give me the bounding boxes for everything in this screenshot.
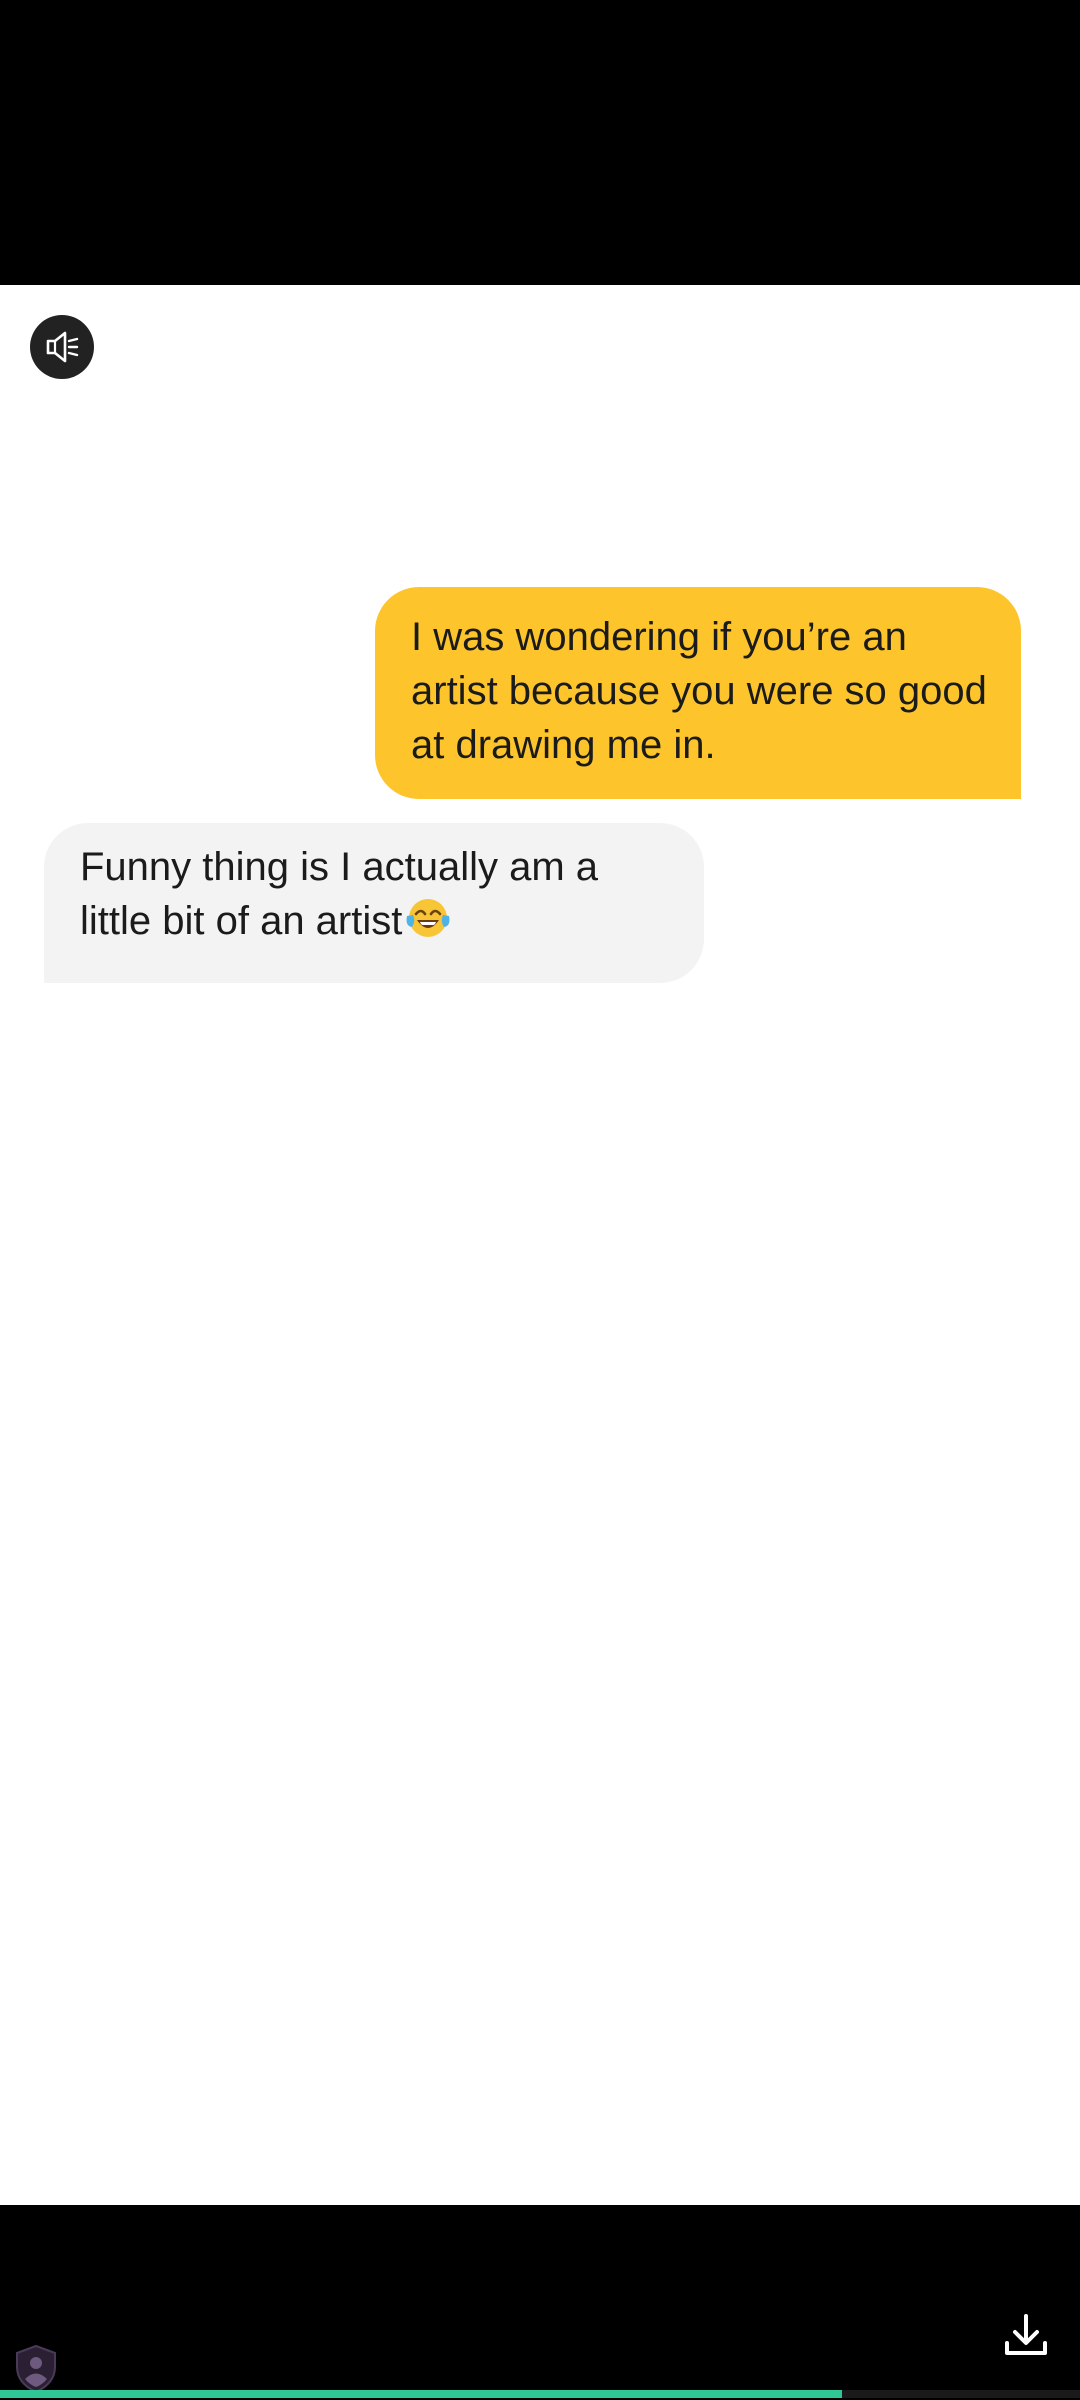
speaker-muted-icon bbox=[46, 331, 79, 363]
download-button[interactable] bbox=[994, 2303, 1058, 2367]
tears-of-joy-emoji-icon bbox=[406, 899, 450, 937]
top-letterbox bbox=[0, 0, 1080, 285]
mute-toggle-button[interactable] bbox=[30, 315, 94, 379]
bottom-letterbox bbox=[0, 2205, 1080, 2400]
received-message-text: Funny thing is I actually am a little bi… bbox=[80, 845, 599, 943]
sent-message-text: I was wondering if you’re an artist beca… bbox=[411, 615, 987, 767]
playback-progress-bar[interactable] bbox=[0, 2390, 1080, 2398]
sent-message-bubble: I was wondering if you’re an artist beca… bbox=[375, 587, 1021, 799]
privacy-shield-icon bbox=[16, 2344, 56, 2394]
download-icon bbox=[1005, 2314, 1047, 2355]
received-message-bubble: Funny thing is I actually am a little bi… bbox=[44, 823, 704, 983]
playback-progress-fill bbox=[0, 2390, 843, 2398]
video-frame: I was wondering if you’re an artist beca… bbox=[0, 285, 1080, 2205]
